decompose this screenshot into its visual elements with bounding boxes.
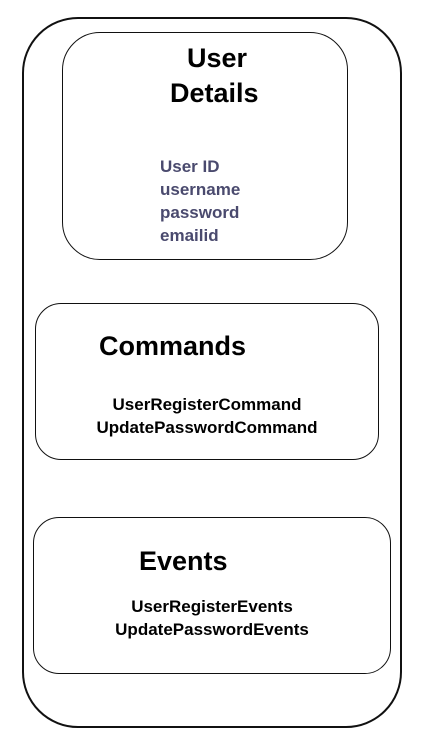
attribute-username: username [160,180,241,199]
events-list: UserRegisterEvents UpdatePasswordEvents [33,595,391,641]
event-update-password: UpdatePasswordEvents [115,620,309,639]
commands-title: Commands [99,331,247,361]
commands-list: UserRegisterCommand UpdatePasswordComman… [35,393,379,439]
command-user-register: UserRegisterCommand [112,395,302,414]
command-update-password: UpdatePasswordCommand [96,418,318,437]
attribute-user-id: User ID [160,157,220,176]
user-details-title-line2: Details [170,78,259,108]
event-user-register: UserRegisterEvents [131,597,293,616]
attribute-password: password [160,203,240,222]
user-details-attributes: User ID username password emailid [160,155,240,247]
user-details-title-line1: User [187,43,248,73]
attribute-emailid: emailid [160,226,219,245]
events-title: Events [139,546,228,576]
